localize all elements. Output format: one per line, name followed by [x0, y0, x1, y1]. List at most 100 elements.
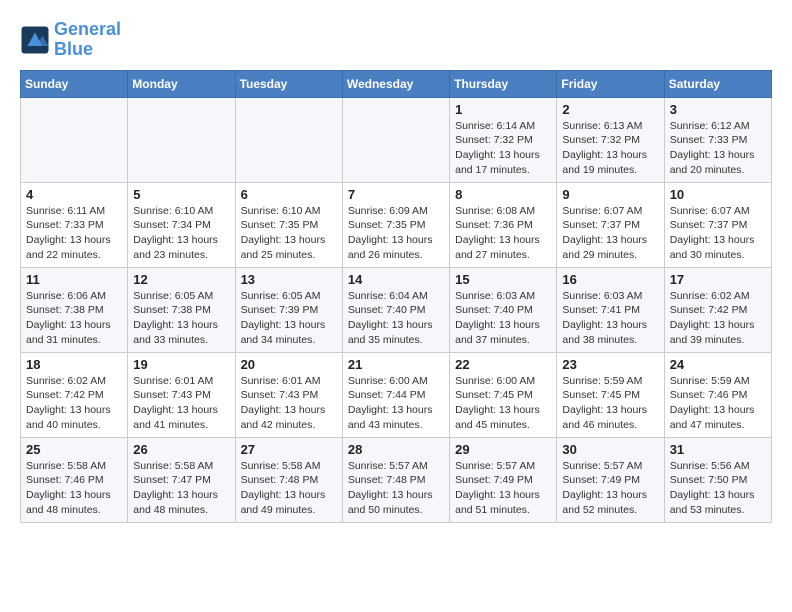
- calendar-cell: 3 Sunrise: 6:12 AM Sunset: 7:33 PM Daylig…: [664, 97, 771, 182]
- day-info: Sunrise: 6:04 AM Sunset: 7:40 PM Dayligh…: [348, 289, 444, 348]
- calendar-cell: 27Sunrise: 5:58 AM Sunset: 7:48 PM Dayli…: [235, 437, 342, 522]
- calendar-cell: 18 Sunrise: 6:02 AM Sunset: 7:42 PM Dayli…: [21, 352, 128, 437]
- day-info: Sunrise: 6:05 AM Sunset: 7:38 PM Dayligh…: [133, 289, 229, 348]
- day-info: Sunrise: 6:01 AM Sunset: 7:43 PM Dayligh…: [133, 374, 229, 433]
- calendar-cell: 12 Sunrise: 6:05 AM Sunset: 7:38 PM Dayli…: [128, 267, 235, 352]
- day-number: 15: [455, 272, 551, 287]
- day-number: 31: [670, 442, 766, 457]
- day-number: 1: [455, 102, 551, 117]
- day-info: Sunrise: 6:00 AM Sunset: 7:45 PM Dayligh…: [455, 374, 551, 433]
- logo-text: GeneralBlue: [54, 20, 121, 60]
- weekday-header: Friday: [557, 70, 664, 97]
- calendar-cell: 9 Sunrise: 6:07 AM Sunset: 7:37 PM Daylig…: [557, 182, 664, 267]
- day-number: 3: [670, 102, 766, 117]
- day-info: Sunrise: 6:12 AM Sunset: 7:33 PM Dayligh…: [670, 119, 766, 178]
- calendar-cell: 2 Sunrise: 6:13 AM Sunset: 7:32 PM Daylig…: [557, 97, 664, 182]
- calendar-body: 1 Sunrise: 6:14 AM Sunset: 7:32 PM Daylig…: [21, 97, 772, 522]
- day-info: Sunrise: 5:57 AM Sunset: 7:48 PM Dayligh…: [348, 459, 444, 518]
- calendar-cell: 23Sunrise: 5:59 AM Sunset: 7:45 PM Dayli…: [557, 352, 664, 437]
- day-number: 24: [670, 357, 766, 372]
- day-info: Sunrise: 5:58 AM Sunset: 7:46 PM Dayligh…: [26, 459, 122, 518]
- calendar-cell: [235, 97, 342, 182]
- day-number: 26: [133, 442, 229, 457]
- calendar-cell: 13 Sunrise: 6:05 AM Sunset: 7:39 PM Dayli…: [235, 267, 342, 352]
- calendar-table: SundayMondayTuesdayWednesdayThursdayFrid…: [20, 70, 772, 523]
- calendar-cell: 22 Sunrise: 6:00 AM Sunset: 7:45 PM Dayli…: [450, 352, 557, 437]
- day-info: Sunrise: 5:57 AM Sunset: 7:49 PM Dayligh…: [455, 459, 551, 518]
- day-number: 12: [133, 272, 229, 287]
- weekday-header: Thursday: [450, 70, 557, 97]
- day-number: 18: [26, 357, 122, 372]
- day-number: 30: [562, 442, 658, 457]
- day-info: Sunrise: 6:10 AM Sunset: 7:35 PM Dayligh…: [241, 204, 337, 263]
- day-info: Sunrise: 5:56 AM Sunset: 7:50 PM Dayligh…: [670, 459, 766, 518]
- day-info: Sunrise: 5:58 AM Sunset: 7:47 PM Dayligh…: [133, 459, 229, 518]
- calendar-cell: 29 Sunrise: 5:57 AM Sunset: 7:49 PM Dayli…: [450, 437, 557, 522]
- day-number: 4: [26, 187, 122, 202]
- calendar-header: SundayMondayTuesdayWednesdayThursdayFrid…: [21, 70, 772, 97]
- day-number: 25: [26, 442, 122, 457]
- day-info: Sunrise: 6:09 AM Sunset: 7:35 PM Dayligh…: [348, 204, 444, 263]
- calendar-cell: [128, 97, 235, 182]
- day-info: Sunrise: 6:02 AM Sunset: 7:42 PM Dayligh…: [26, 374, 122, 433]
- day-number: 23: [562, 357, 658, 372]
- day-number: 13: [241, 272, 337, 287]
- logo-icon: [20, 25, 50, 55]
- calendar-cell: [21, 97, 128, 182]
- day-info: Sunrise: 6:03 AM Sunset: 7:40 PM Dayligh…: [455, 289, 551, 348]
- day-number: 21: [348, 357, 444, 372]
- calendar-cell: 31 Sunrise: 5:56 AM Sunset: 7:50 PM Dayli…: [664, 437, 771, 522]
- day-info: Sunrise: 6:07 AM Sunset: 7:37 PM Dayligh…: [562, 204, 658, 263]
- day-number: 10: [670, 187, 766, 202]
- calendar-cell: 20 Sunrise: 6:01 AM Sunset: 7:43 PM Dayli…: [235, 352, 342, 437]
- day-number: 17: [670, 272, 766, 287]
- day-info: Sunrise: 6:14 AM Sunset: 7:32 PM Dayligh…: [455, 119, 551, 178]
- weekday-header: Monday: [128, 70, 235, 97]
- day-info: Sunrise: 6:11 AM Sunset: 7:33 PM Dayligh…: [26, 204, 122, 263]
- calendar-cell: 16 Sunrise: 6:03 AM Sunset: 7:41 PM Dayli…: [557, 267, 664, 352]
- day-number: 2: [562, 102, 658, 117]
- day-info: Sunrise: 6:01 AM Sunset: 7:43 PM Dayligh…: [241, 374, 337, 433]
- calendar-cell: 11Sunrise: 6:06 AM Sunset: 7:38 PM Dayli…: [21, 267, 128, 352]
- page-header: GeneralBlue: [20, 20, 772, 60]
- day-info: Sunrise: 5:57 AM Sunset: 7:49 PM Dayligh…: [562, 459, 658, 518]
- calendar-cell: 10 Sunrise: 6:07 AM Sunset: 7:37 PM Dayli…: [664, 182, 771, 267]
- day-number: 7: [348, 187, 444, 202]
- calendar-cell: 7 Sunrise: 6:09 AM Sunset: 7:35 PM Daylig…: [342, 182, 449, 267]
- calendar-cell: 8 Sunrise: 6:08 AM Sunset: 7:36 PM Daylig…: [450, 182, 557, 267]
- calendar-cell: 17Sunrise: 6:02 AM Sunset: 7:42 PM Dayli…: [664, 267, 771, 352]
- weekday-header: Saturday: [664, 70, 771, 97]
- weekday-header: Wednesday: [342, 70, 449, 97]
- calendar-cell: 6 Sunrise: 6:10 AM Sunset: 7:35 PM Daylig…: [235, 182, 342, 267]
- day-info: Sunrise: 6:08 AM Sunset: 7:36 PM Dayligh…: [455, 204, 551, 263]
- logo: GeneralBlue: [20, 20, 121, 60]
- day-number: 16: [562, 272, 658, 287]
- day-number: 20: [241, 357, 337, 372]
- day-info: Sunrise: 6:03 AM Sunset: 7:41 PM Dayligh…: [562, 289, 658, 348]
- day-info: Sunrise: 6:05 AM Sunset: 7:39 PM Dayligh…: [241, 289, 337, 348]
- day-number: 9: [562, 187, 658, 202]
- calendar-cell: [342, 97, 449, 182]
- calendar-cell: 21 Sunrise: 6:00 AM Sunset: 7:44 PM Dayli…: [342, 352, 449, 437]
- day-info: Sunrise: 6:07 AM Sunset: 7:37 PM Dayligh…: [670, 204, 766, 263]
- day-info: Sunrise: 6:06 AM Sunset: 7:38 PM Dayligh…: [26, 289, 122, 348]
- calendar-cell: 25 Sunrise: 5:58 AM Sunset: 7:46 PM Dayli…: [21, 437, 128, 522]
- weekday-header: Tuesday: [235, 70, 342, 97]
- day-info: Sunrise: 6:00 AM Sunset: 7:44 PM Dayligh…: [348, 374, 444, 433]
- day-info: Sunrise: 5:58 AM Sunset: 7:48 PM Dayligh…: [241, 459, 337, 518]
- calendar-cell: 14 Sunrise: 6:04 AM Sunset: 7:40 PM Dayli…: [342, 267, 449, 352]
- day-number: 29: [455, 442, 551, 457]
- day-info: Sunrise: 6:10 AM Sunset: 7:34 PM Dayligh…: [133, 204, 229, 263]
- day-number: 8: [455, 187, 551, 202]
- calendar-cell: 4 Sunrise: 6:11 AM Sunset: 7:33 PM Daylig…: [21, 182, 128, 267]
- calendar-cell: 5 Sunrise: 6:10 AM Sunset: 7:34 PM Daylig…: [128, 182, 235, 267]
- day-number: 14: [348, 272, 444, 287]
- weekday-header: Sunday: [21, 70, 128, 97]
- day-info: Sunrise: 5:59 AM Sunset: 7:46 PM Dayligh…: [670, 374, 766, 433]
- day-number: 22: [455, 357, 551, 372]
- calendar-cell: 24 Sunrise: 5:59 AM Sunset: 7:46 PM Dayli…: [664, 352, 771, 437]
- day-info: Sunrise: 6:13 AM Sunset: 7:32 PM Dayligh…: [562, 119, 658, 178]
- day-number: 5: [133, 187, 229, 202]
- calendar-cell: 1 Sunrise: 6:14 AM Sunset: 7:32 PM Daylig…: [450, 97, 557, 182]
- day-number: 6: [241, 187, 337, 202]
